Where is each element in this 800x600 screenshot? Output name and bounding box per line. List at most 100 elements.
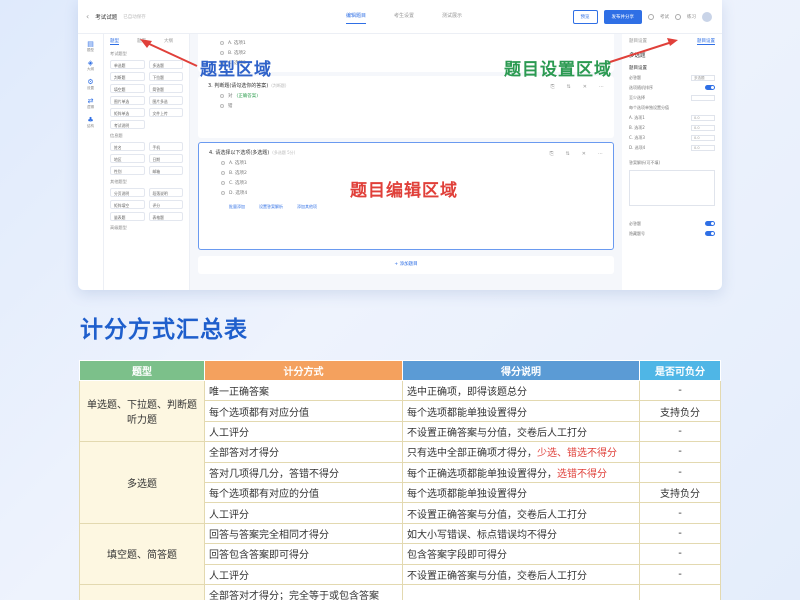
type-chip[interactable]: 分页说明 bbox=[110, 188, 145, 197]
settings-toggle[interactable] bbox=[705, 231, 715, 236]
gear-icon: ⚙ bbox=[87, 78, 94, 86]
move-icon[interactable]: ⇅ bbox=[566, 151, 570, 157]
checkbox-icon bbox=[221, 191, 225, 195]
option-row[interactable]: A. 选项1 bbox=[221, 160, 603, 166]
type-chip[interactable]: 图片单选 bbox=[110, 96, 145, 105]
type-chip[interactable]: 邮箱 bbox=[148, 166, 183, 175]
type-chip[interactable]: 地区 bbox=[110, 154, 145, 163]
type-cell: 多选题 bbox=[79, 441, 205, 524]
tab-edit[interactable]: 编辑题目 bbox=[346, 12, 367, 24]
copy-icon[interactable]: ⎘ bbox=[551, 84, 555, 90]
negative-cell: - bbox=[639, 420, 721, 443]
survey-title: 考试试题 bbox=[95, 14, 118, 21]
method-cell: 人工评分 bbox=[204, 563, 403, 585]
desc-text: 只有选中全部正确项才得分， bbox=[407, 448, 537, 460]
iconbar-item-settings[interactable]: ⚙ 设置 bbox=[78, 78, 103, 91]
move-icon[interactable]: ⇅ bbox=[567, 84, 571, 90]
method-cell: 答对几项得几分，答错不得分 bbox=[204, 461, 403, 483]
settings-toggle[interactable] bbox=[705, 85, 715, 90]
add-question-button[interactable]: + 添加题目 bbox=[198, 256, 614, 274]
type-chip[interactable]: 姓名 bbox=[110, 142, 145, 151]
type-chip[interactable]: 图片多选 bbox=[148, 96, 183, 105]
answer-analysis-button[interactable]: 设置答案解析 bbox=[259, 204, 283, 210]
negative-cell: - bbox=[639, 522, 721, 545]
desc-cell bbox=[402, 583, 640, 600]
tab-settings-b[interactable]: 题目设置 bbox=[697, 38, 715, 45]
option-row[interactable]: A. 选项1 bbox=[220, 40, 604, 46]
copy-icon[interactable]: ⎘ bbox=[550, 151, 554, 157]
score-input[interactable]: 0.0 bbox=[691, 134, 715, 141]
iconbar-item-types[interactable]: ▤ 题型 bbox=[78, 40, 103, 53]
type-grid-other: 分页说明 段落说明 矩阵填空 评分 量表题 表格题 bbox=[110, 188, 183, 221]
score-input[interactable]: 0.0 bbox=[691, 114, 715, 121]
iconbar-label: 逻辑 bbox=[87, 105, 94, 109]
iconbar-item-logic[interactable]: ⇄ 逻辑 bbox=[78, 97, 103, 110]
desc-cell: 只有选中全部正确项才得分，少选、错选不得分 bbox=[402, 441, 640, 463]
type-chip[interactable]: 单选题 bbox=[110, 60, 145, 69]
mode-radio-practice[interactable] bbox=[675, 14, 681, 20]
type-chip[interactable]: 判断题 bbox=[110, 72, 145, 81]
type-chip[interactable]: 日期 bbox=[148, 154, 183, 163]
type-chip[interactable]: 矩阵填空 bbox=[110, 200, 145, 209]
question-hint: (判断题) bbox=[271, 83, 287, 88]
score-input[interactable]: 0.0 bbox=[691, 144, 715, 151]
avatar[interactable] bbox=[702, 12, 712, 22]
layers-icon: ◈ bbox=[87, 59, 94, 67]
more-icon[interactable]: ⋯ bbox=[598, 151, 603, 157]
negative-cell: - bbox=[639, 502, 721, 524]
iconbar-item-outline[interactable]: ◈ 大纲 bbox=[78, 59, 103, 72]
settings-label: D. 选项4 bbox=[629, 144, 646, 150]
type-chip[interactable]: 矩阵单选 bbox=[110, 108, 145, 117]
settings-label: 每个选项单独设置分值 bbox=[629, 104, 669, 110]
analysis-textarea[interactable] bbox=[629, 170, 715, 206]
delete-icon[interactable]: ✕ bbox=[582, 151, 586, 157]
settings-input[interactable] bbox=[691, 94, 715, 101]
negative-cell: - bbox=[639, 563, 721, 585]
type-chip[interactable]: 表格题 bbox=[148, 212, 183, 221]
score-input[interactable]: 0.0 bbox=[691, 124, 715, 131]
option-row[interactable]: 对 (正确答案) bbox=[220, 93, 604, 99]
radio-icon bbox=[220, 104, 224, 108]
type-chip[interactable]: 量表题 bbox=[110, 212, 145, 221]
type-group-title: 其他题型 bbox=[110, 179, 127, 184]
tab-settings-a[interactable]: 题目设置 bbox=[629, 38, 647, 45]
type-chip[interactable]: 性别 bbox=[110, 166, 145, 175]
batch-add-button[interactable]: 批量添加 bbox=[229, 204, 245, 210]
header-method: 计分方式 bbox=[204, 360, 403, 381]
desc-cell: 不设置正确答案与分值，交卷后人工打分 bbox=[402, 563, 640, 585]
tab-outline[interactable]: 大纲 bbox=[164, 38, 173, 45]
tab-candidate-settings[interactable]: 考生设置 bbox=[394, 12, 414, 24]
settings-label: 至少选择 bbox=[629, 94, 645, 100]
iconbar-item-structure[interactable]: ♣ 结构 bbox=[78, 116, 103, 129]
type-chip[interactable]: 手机 bbox=[148, 142, 183, 151]
mode-radio-practice-label: 练习 bbox=[687, 15, 696, 20]
header-desc: 得分说明 bbox=[402, 360, 640, 381]
type-chip[interactable]: 下拉题 bbox=[148, 72, 183, 81]
tab-test-display[interactable]: 测试展示 bbox=[442, 12, 462, 24]
type-chip[interactable]: 评分 bbox=[148, 200, 183, 209]
method-cell: 回答包含答案即可得分 bbox=[204, 543, 403, 565]
more-icon[interactable]: ⋯ bbox=[599, 84, 604, 90]
settings-select[interactable]: 多选题 bbox=[691, 74, 715, 81]
settings-toggle[interactable] bbox=[705, 221, 715, 226]
mode-radio-exam[interactable] bbox=[648, 14, 654, 20]
arrow-left-icon[interactable]: ‹ bbox=[86, 12, 89, 21]
question-settings-panel: 题目设置 题目设置 多选题 题目设置 必答题 多选题 选项随机排序 至少选择 每个… bbox=[622, 34, 722, 290]
type-chip[interactable]: 段落说明 bbox=[148, 188, 183, 197]
option-row[interactable]: 错 bbox=[220, 103, 604, 109]
type-chip[interactable]: 多选题 bbox=[148, 60, 183, 69]
preview-button[interactable]: 预览 bbox=[572, 10, 598, 24]
tab-bank[interactable]: 题库 bbox=[137, 38, 146, 45]
tab-types[interactable]: 题型 bbox=[110, 38, 119, 45]
type-grid-info: 姓名 手机 地区 日期 性别 邮箱 bbox=[110, 142, 183, 175]
delete-icon[interactable]: ✕ bbox=[583, 84, 587, 90]
type-chip[interactable]: 文件上传 bbox=[148, 108, 183, 117]
question-card[interactable]: 3. 判断题(请勾选你的答案) (判断题) ⎘ ⇅ ✕ ⋯ 对 (正确答案) 错 bbox=[198, 76, 614, 138]
list-icon: ▤ bbox=[87, 40, 94, 48]
type-chip[interactable]: 考试说明 bbox=[110, 120, 145, 129]
desc-cell: 如大小写错误、标点错误均不得分 bbox=[402, 522, 640, 545]
add-other-button[interactable]: 添加其他项 bbox=[297, 204, 317, 210]
type-chip[interactable]: 填空题 bbox=[110, 84, 145, 93]
type-chip[interactable]: 简答题 bbox=[148, 84, 183, 93]
publish-button[interactable]: 发布并分享 bbox=[603, 10, 642, 24]
